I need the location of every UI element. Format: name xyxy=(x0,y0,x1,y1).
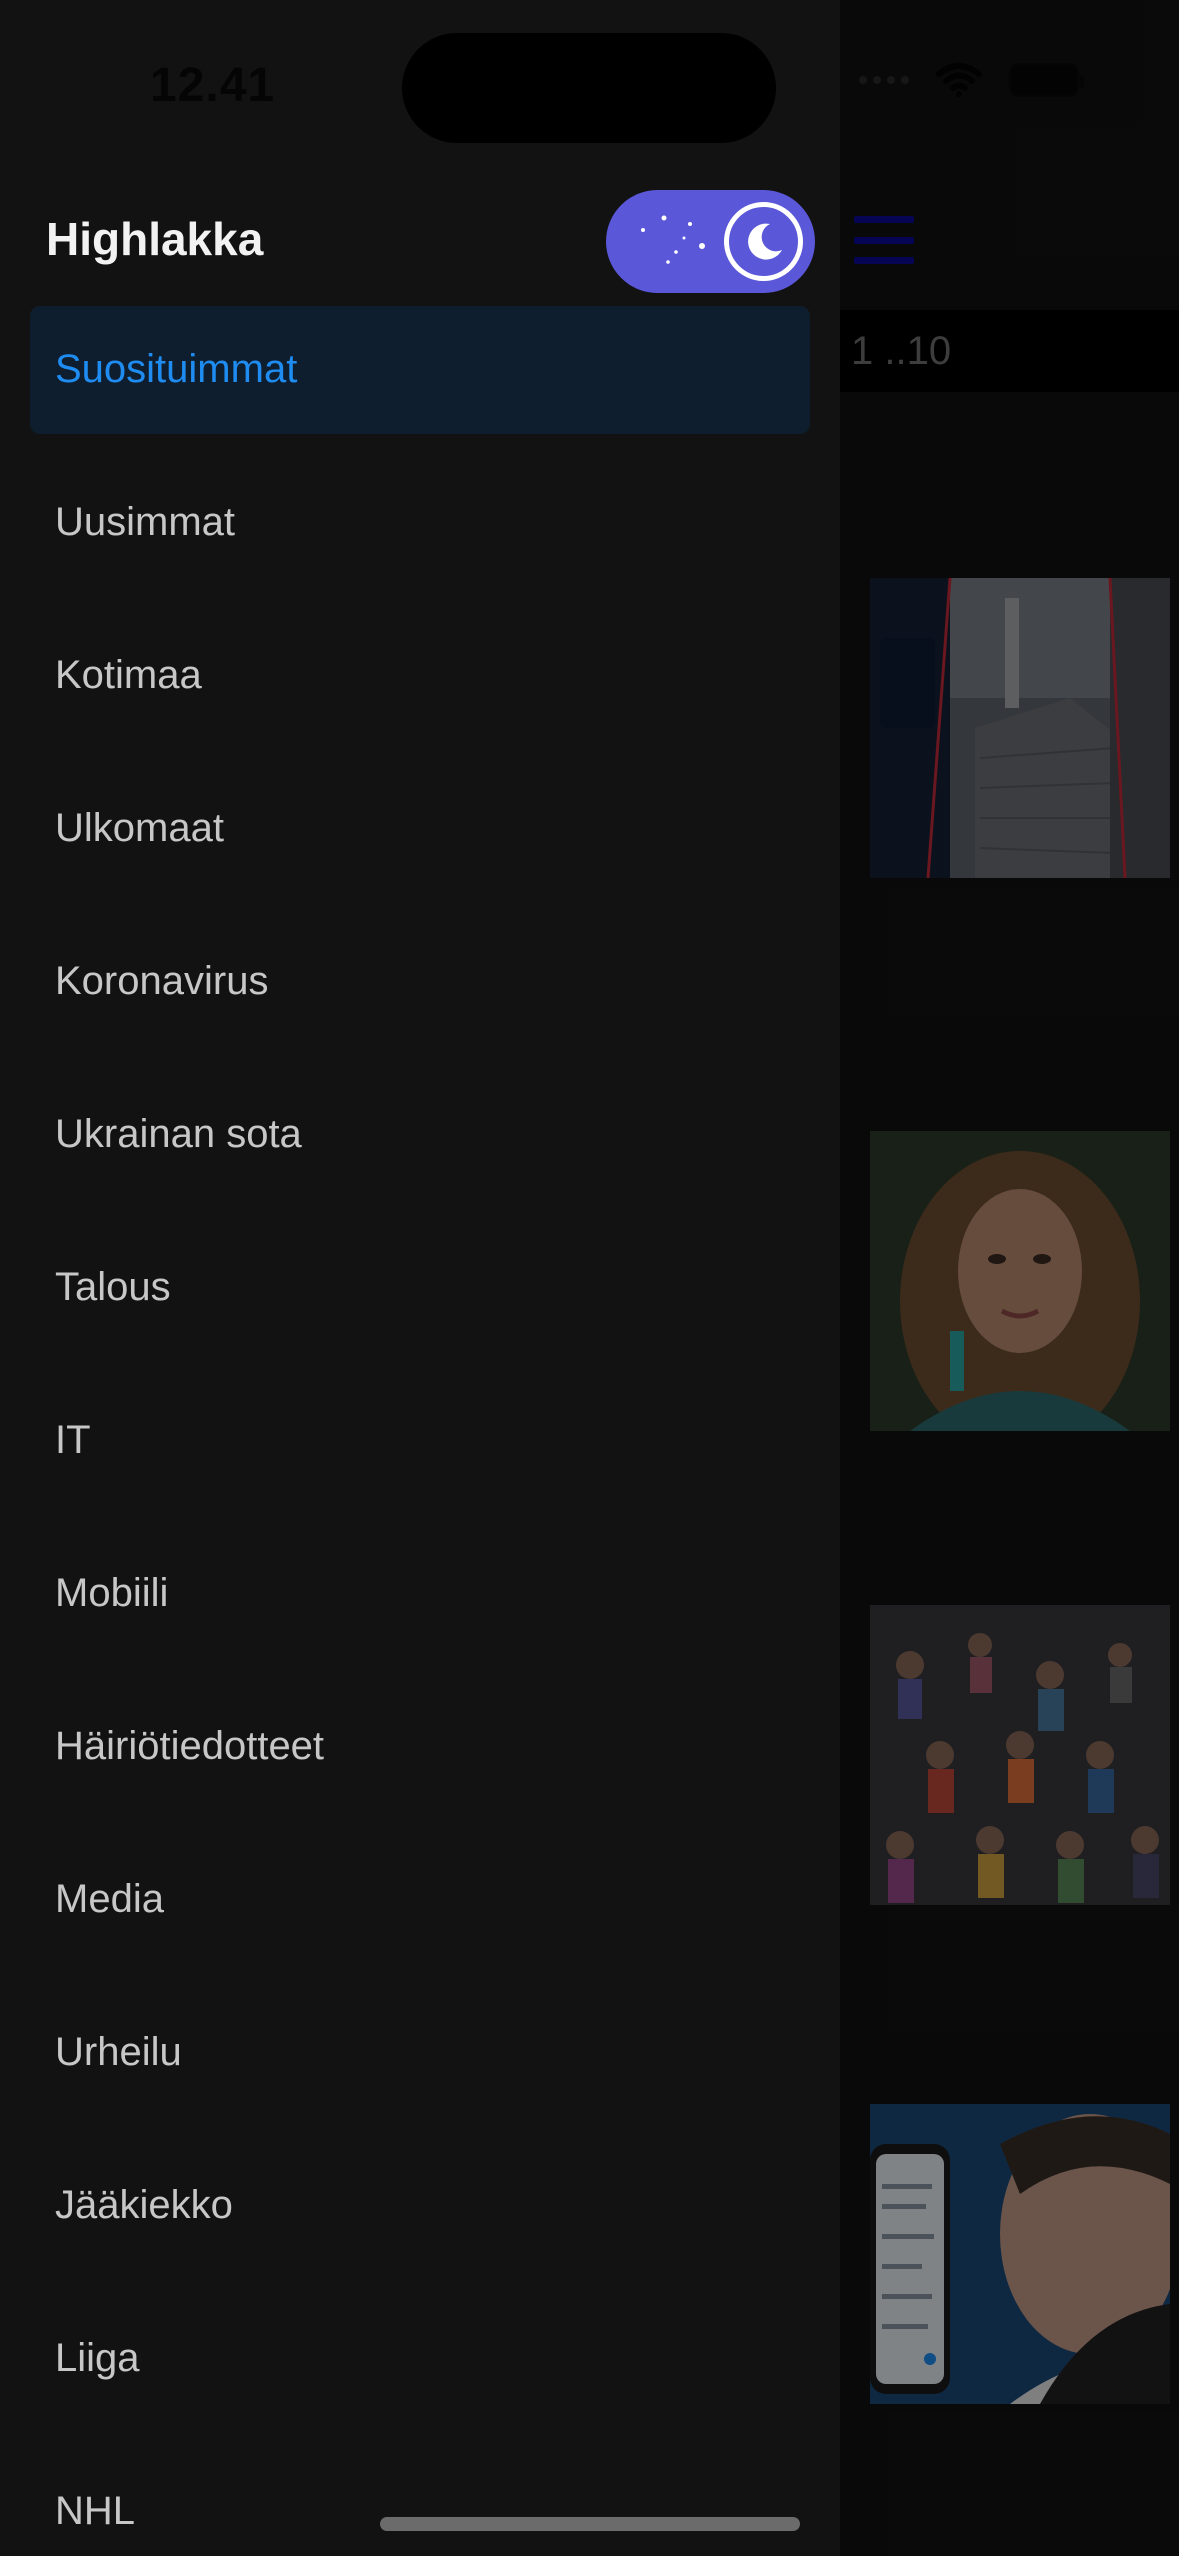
menu-item-ukrainan-sota[interactable]: Ukrainan sota xyxy=(30,1071,810,1224)
menu-item-label: Kotimaa xyxy=(55,653,202,697)
menu-item-label: Liiga xyxy=(55,2336,140,2380)
menu-item-hairiotiedotteet[interactable]: Häiriötiedotteet xyxy=(30,1683,810,1836)
menu-item-it[interactable]: IT xyxy=(30,1377,810,1530)
article-thumbnail-power-plant[interactable] xyxy=(870,578,1170,878)
menu-item-label: Ulkomaat xyxy=(55,806,224,850)
wifi-icon xyxy=(935,62,983,98)
menu-item-urheilu[interactable]: Urheilu xyxy=(30,1989,810,2142)
menu-item-label: Suosituimmat xyxy=(55,347,298,391)
status-icons xyxy=(859,62,1084,98)
menu-item-kotimaa[interactable]: Kotimaa xyxy=(30,612,810,765)
menu-item-label: Ukrainan sota xyxy=(55,1112,302,1156)
article-thumbnail-portrait[interactable] xyxy=(870,1131,1170,1431)
status-time: 12.41 xyxy=(150,59,276,112)
menu-item-suosituimmat[interactable]: Suosituimmat xyxy=(30,306,810,434)
menu-item-label: NHL xyxy=(55,2489,136,2533)
menu-item-media[interactable]: Media xyxy=(30,1836,810,1989)
menu-item-label: Häiriötiedotteet xyxy=(55,1724,325,1768)
menu-item-koronavirus[interactable]: Koronavirus xyxy=(30,918,810,1071)
menu-item-label: IT xyxy=(55,1418,91,1462)
article-thumbnail-man-phone[interactable] xyxy=(870,2104,1170,2404)
menu-item-label: Talous xyxy=(55,1265,171,1309)
menu-item-label: Media xyxy=(55,1877,164,1921)
navigation-drawer: 12.41 Highlakka Suosituimmat Uusimmat Ko… xyxy=(0,0,840,2556)
screen: 1 ..10 12.41 Highlakka Suosituimmat Uusi… xyxy=(0,0,1179,2556)
menu-item-label: Koronavirus xyxy=(55,959,269,1003)
home-indicator[interactable] xyxy=(380,2517,800,2531)
menu-item-label: Uusimmat xyxy=(55,500,236,544)
menu-item-label: Mobiili xyxy=(55,1571,169,1615)
menu-item-label: Jääkiekko xyxy=(55,2183,233,2227)
dynamic-island xyxy=(402,33,776,143)
pagination-range-label[interactable]: 1 ..10 xyxy=(851,326,951,376)
menu-item-talous[interactable]: Talous xyxy=(30,1224,810,1377)
article-thumbnail-crowd[interactable] xyxy=(870,1605,1170,1905)
menu-item-label: Urheilu xyxy=(55,2030,182,2074)
app-title: Highlakka xyxy=(46,213,264,265)
menu-item-uusimmat[interactable]: Uusimmat xyxy=(30,459,810,612)
menu-item-mobiili[interactable]: Mobiili xyxy=(30,1530,810,1683)
menu-item-jaakiekko[interactable]: Jääkiekko xyxy=(30,2142,810,2295)
menu-item-nhl[interactable]: NHL xyxy=(30,2448,810,2556)
dark-mode-toggle[interactable] xyxy=(606,190,815,293)
hamburger-menu-button[interactable] xyxy=(854,216,914,264)
menu-item-ulkomaat[interactable]: Ulkomaat xyxy=(30,765,810,918)
cellular-signal-icon xyxy=(859,76,909,84)
menu-item-liiga[interactable]: Liiga xyxy=(30,2295,810,2448)
moon-icon xyxy=(724,202,803,281)
category-menu: Suosituimmat Uusimmat Kotimaa Ulkomaat K… xyxy=(30,306,810,2556)
battery-icon xyxy=(1009,63,1084,97)
